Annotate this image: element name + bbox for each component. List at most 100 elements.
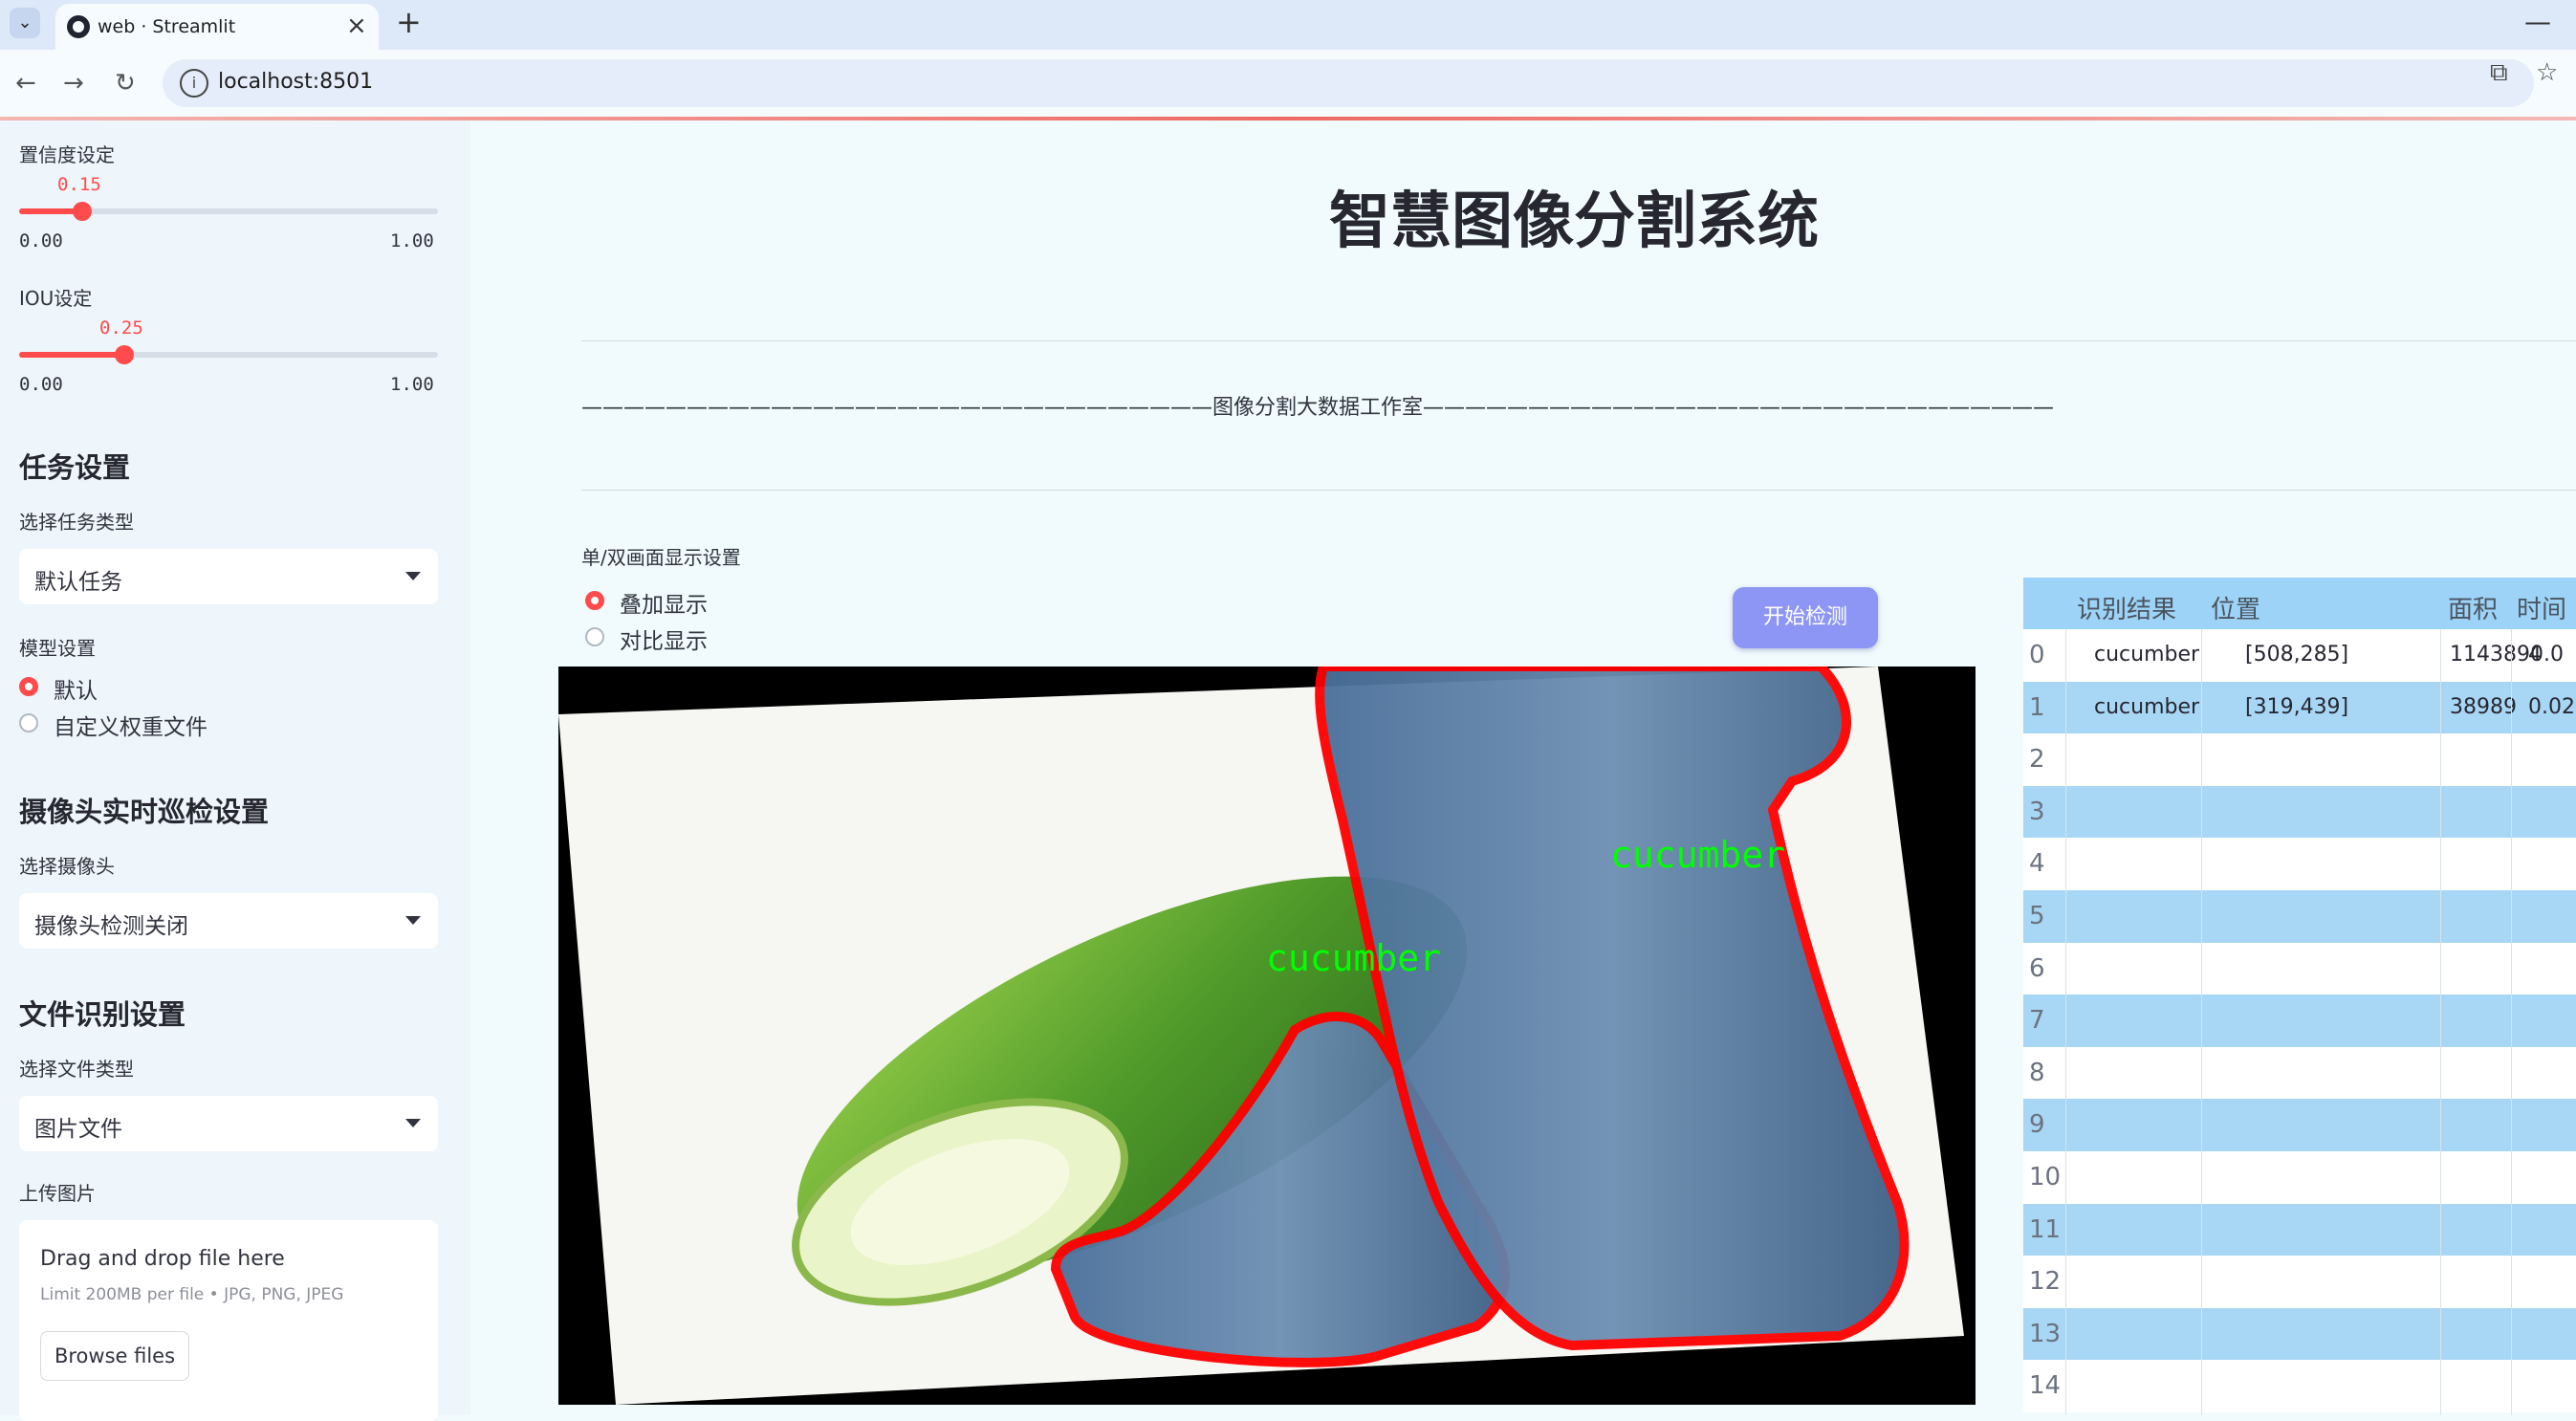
browser-tab[interactable]: web · Streamlit × xyxy=(55,4,379,50)
table-row[interactable]: 8 xyxy=(2023,1046,2576,1100)
iou-slider-fill xyxy=(19,352,124,358)
table-row[interactable]: 4 xyxy=(2023,838,2576,891)
table-row[interactable]: 6 xyxy=(2023,942,2576,995)
camera-select[interactable]: 摄像头检测关闭 xyxy=(19,893,438,949)
detection-label-small: cucumber xyxy=(1266,937,1441,979)
table-row[interactable]: 5 xyxy=(2023,890,2576,943)
table-row[interactable]: 10 xyxy=(2023,1151,2576,1204)
address-bar: ← → ↻ i localhost:8501 ⧉ ☆ xyxy=(0,50,2576,117)
row-index: 12 xyxy=(2029,1267,2062,1297)
reload-icon[interactable]: ↻ xyxy=(115,69,136,98)
bookmark-star-icon[interactable]: ☆ xyxy=(2536,58,2558,87)
segmentation-result-image: cucumber cucumber xyxy=(558,667,1976,1405)
results-table[interactable]: 识别结果 位置 面积 时间 0 cucumber [508,285] 1143890.… xyxy=(2023,578,2576,1415)
cell-time: 0.02 xyxy=(2528,694,2575,719)
dropzone-limit: Limit 200MB per file • JPG, PNG, JPEG xyxy=(40,1285,344,1304)
cell-time: 4 xyxy=(2528,643,2542,667)
column-header-position[interactable]: 位置 xyxy=(2211,590,2260,625)
url-input[interactable]: i localhost:8501 xyxy=(163,59,2534,107)
cell-position: [508,285] xyxy=(2245,643,2349,667)
table-row[interactable]: 11 xyxy=(2023,1203,2576,1257)
close-tab-icon[interactable]: × xyxy=(346,11,367,40)
row-index: 10 xyxy=(2029,1163,2062,1191)
task-type-selected: 默认任务 xyxy=(34,570,122,595)
display-radio-compare-label: 对比显示 xyxy=(620,629,708,654)
display-mode-label: 单/双画面显示设置 xyxy=(581,546,741,569)
file-type-selected: 图片文件 xyxy=(34,1117,122,1142)
column-divider xyxy=(2201,629,2202,1415)
chevron-down-icon xyxy=(405,1119,421,1127)
confidence-slider-thumb[interactable] xyxy=(72,202,92,221)
iou-max: 1.00 xyxy=(390,374,434,395)
divider-top xyxy=(581,340,2576,341)
forward-icon[interactable]: → xyxy=(63,69,84,98)
chevron-down-icon xyxy=(405,572,421,580)
tab-title: web · Streamlit xyxy=(98,16,236,37)
row-index: 1 xyxy=(2029,692,2045,722)
column-divider xyxy=(2440,629,2441,1415)
display-radio-overlay-label: 叠加显示 xyxy=(620,593,708,618)
new-tab-button[interactable]: + xyxy=(396,4,422,40)
upload-label: 上传图片 xyxy=(19,1182,96,1205)
table-row[interactable]: 9 xyxy=(2023,1099,2576,1152)
iou-slider[interactable] xyxy=(19,345,438,364)
row-index: 8 xyxy=(2029,1058,2045,1087)
studio-divider-text: ——————————————————————————————图像分割大数据工作室… xyxy=(581,396,2055,420)
table-row[interactable]: 2 xyxy=(2023,733,2576,787)
table-row[interactable]: 3 xyxy=(2023,785,2576,839)
column-header-time[interactable]: 时间 xyxy=(2517,590,2566,625)
file-type-select[interactable]: 图片文件 xyxy=(19,1096,438,1151)
url-text: localhost:8501 xyxy=(218,70,374,94)
confidence-max: 1.00 xyxy=(390,230,434,251)
dropzone-title: Drag and drop file here xyxy=(40,1247,285,1271)
camera-select-label: 选择摄像头 xyxy=(19,855,115,878)
minimize-icon[interactable]: — xyxy=(2524,6,2551,37)
column-header-area[interactable]: 面积 xyxy=(2448,590,2498,625)
file-section-title: 文件识别设置 xyxy=(19,998,186,1031)
confidence-min: 0.00 xyxy=(19,230,63,251)
column-header-result[interactable]: 识别结果 xyxy=(2077,590,2176,625)
table-row[interactable]: 7 xyxy=(2023,995,2576,1048)
table-row[interactable]: 14 xyxy=(2023,1360,2576,1413)
row-index: 11 xyxy=(2029,1214,2062,1244)
column-divider xyxy=(2511,629,2512,1415)
cell-result: cucumber xyxy=(2094,694,2200,719)
radio-selected-icon xyxy=(19,677,38,696)
site-info-icon[interactable]: i xyxy=(180,69,208,98)
confidence-label: 置信度设定 xyxy=(19,143,115,166)
camera-section-title: 摄像头实时巡检设置 xyxy=(19,796,270,828)
row-index: 0 xyxy=(2029,641,2045,669)
chevron-down-icon xyxy=(405,916,421,925)
cell-position: [319,439] xyxy=(2245,694,2349,719)
cell-area: 1143890.0 xyxy=(2450,643,2564,667)
table-row[interactable]: 0 cucumber [508,285] 1143890.0 4 xyxy=(2023,629,2576,682)
row-index: 4 xyxy=(2029,849,2045,879)
iou-min: 0.00 xyxy=(19,374,63,395)
divider-bottom xyxy=(581,490,2576,491)
iou-slider-thumb[interactable] xyxy=(114,345,134,364)
row-index: 2 xyxy=(2029,745,2045,775)
table-row[interactable]: 12 xyxy=(2023,1256,2576,1309)
camera-selected: 摄像头检测关闭 xyxy=(34,914,188,939)
start-detection-button[interactable]: 开始检测 xyxy=(1733,587,1878,648)
browser-tab-bar: ⌄ web · Streamlit × + — xyxy=(0,0,2576,50)
result-image-svg: cucumber cucumber xyxy=(558,667,1976,1405)
row-index: 7 xyxy=(2029,1006,2045,1036)
file-dropzone[interactable]: Drag and drop file here Limit 200MB per … xyxy=(19,1220,438,1421)
browse-files-button[interactable]: Browse files xyxy=(40,1331,189,1381)
confidence-slider[interactable] xyxy=(19,202,438,221)
task-type-select[interactable]: 默认任务 xyxy=(19,549,438,604)
row-index: 9 xyxy=(2029,1110,2045,1140)
model-section-label: 模型设置 xyxy=(19,637,96,660)
translate-icon[interactable]: ⧉ xyxy=(2490,58,2508,88)
row-index: 5 xyxy=(2029,902,2045,930)
tab-search-icon[interactable]: ⌄ xyxy=(10,8,40,38)
table-row[interactable]: 13 xyxy=(2023,1307,2576,1361)
task-select-label: 选择任务类型 xyxy=(19,511,134,534)
page-title: 智慧图像分割系统 xyxy=(1329,186,1819,257)
file-select-label: 选择文件类型 xyxy=(19,1058,134,1081)
confidence-value: 0.15 xyxy=(57,174,101,195)
table-row[interactable]: 1 cucumber [319,439] 38989 0.02 xyxy=(2023,681,2576,734)
back-icon[interactable]: ← xyxy=(15,69,36,98)
task-section-title: 任务设置 xyxy=(19,451,131,484)
